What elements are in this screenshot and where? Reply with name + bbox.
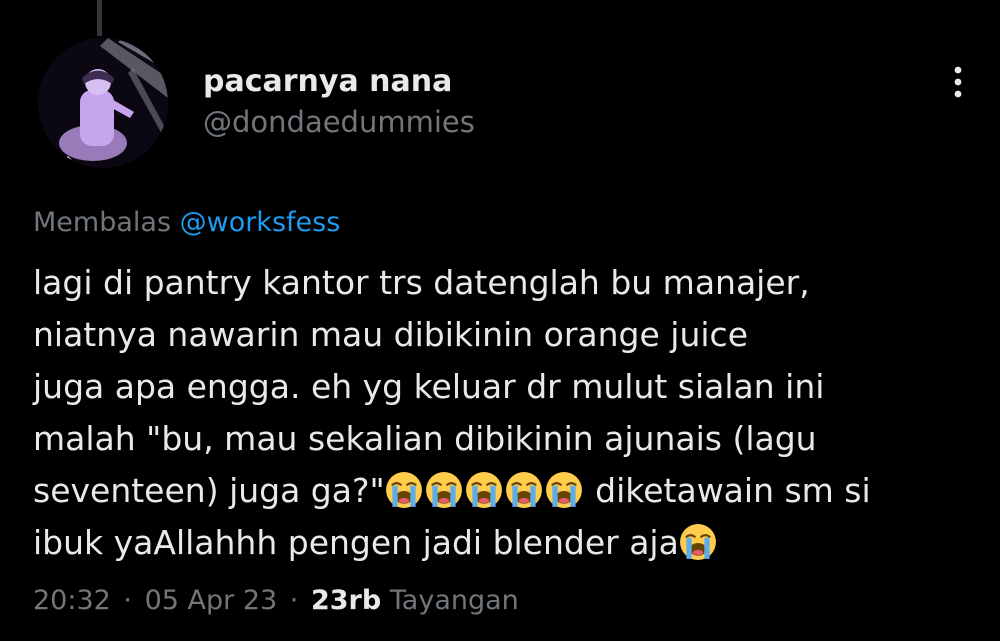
tweet-line-5: seventeen) juga ga?" diketawain sm si (33, 465, 983, 517)
more-vertical-icon (954, 66, 962, 98)
meta-separator: · (289, 585, 299, 616)
tweet-line-4: malah "bu, mau sekalian dibikinin ajunai… (33, 419, 817, 458)
tweet-line-5-after: diketawain sm si (584, 471, 871, 510)
tweet-line-5-text: seventeen) juga ga?" (33, 471, 385, 510)
tweet-line-6-text: ibuk yaAllahhh pengen jadi blender aja (33, 523, 679, 562)
reply-prefix: Membalas (33, 207, 172, 238)
tweet-line-1: lagi di pantry kantor trs datenglah bu m… (33, 263, 810, 302)
tweet-text: lagi di pantry kantor trs datenglah bu m… (33, 257, 983, 569)
tweet-line-2: niatnya nawarin mau dibikinin orange jui… (33, 315, 748, 354)
loudly-crying-face-icon (505, 471, 543, 509)
loudly-crying-face-icon (385, 471, 423, 509)
tweet-time[interactable]: 20:32 (33, 585, 111, 616)
loudly-crying-face-icon (465, 471, 503, 509)
views-label[interactable]: Tayangan (390, 585, 519, 616)
views-count[interactable]: 23rb (311, 585, 381, 616)
author-display-name[interactable]: pacarnya nana (203, 64, 452, 99)
loudly-crying-face-icon (545, 471, 583, 509)
tweet-metadata: 20:32 · 05 Apr 23 · 23rb Tayangan (33, 585, 519, 616)
thread-connector-line (97, 0, 102, 36)
avatar[interactable] (38, 38, 168, 168)
more-options-button[interactable] (938, 60, 978, 104)
loudly-crying-face-icon (679, 523, 717, 561)
meta-separator: · (123, 585, 132, 616)
author-handle[interactable]: @dondaedummies (203, 105, 475, 139)
reply-context: Membalas @worksfess (33, 207, 340, 238)
tweet-line-6: ibuk yaAllahhh pengen jadi blender aja (33, 517, 983, 569)
tweet-line-3: juga apa engga. eh yg keluar dr mulut si… (33, 367, 825, 406)
avatar-image (38, 38, 168, 168)
tweet-date[interactable]: 05 Apr 23 (145, 585, 278, 616)
loudly-crying-face-icon (425, 471, 463, 509)
reply-mention-link[interactable]: @worksfess (180, 207, 341, 238)
